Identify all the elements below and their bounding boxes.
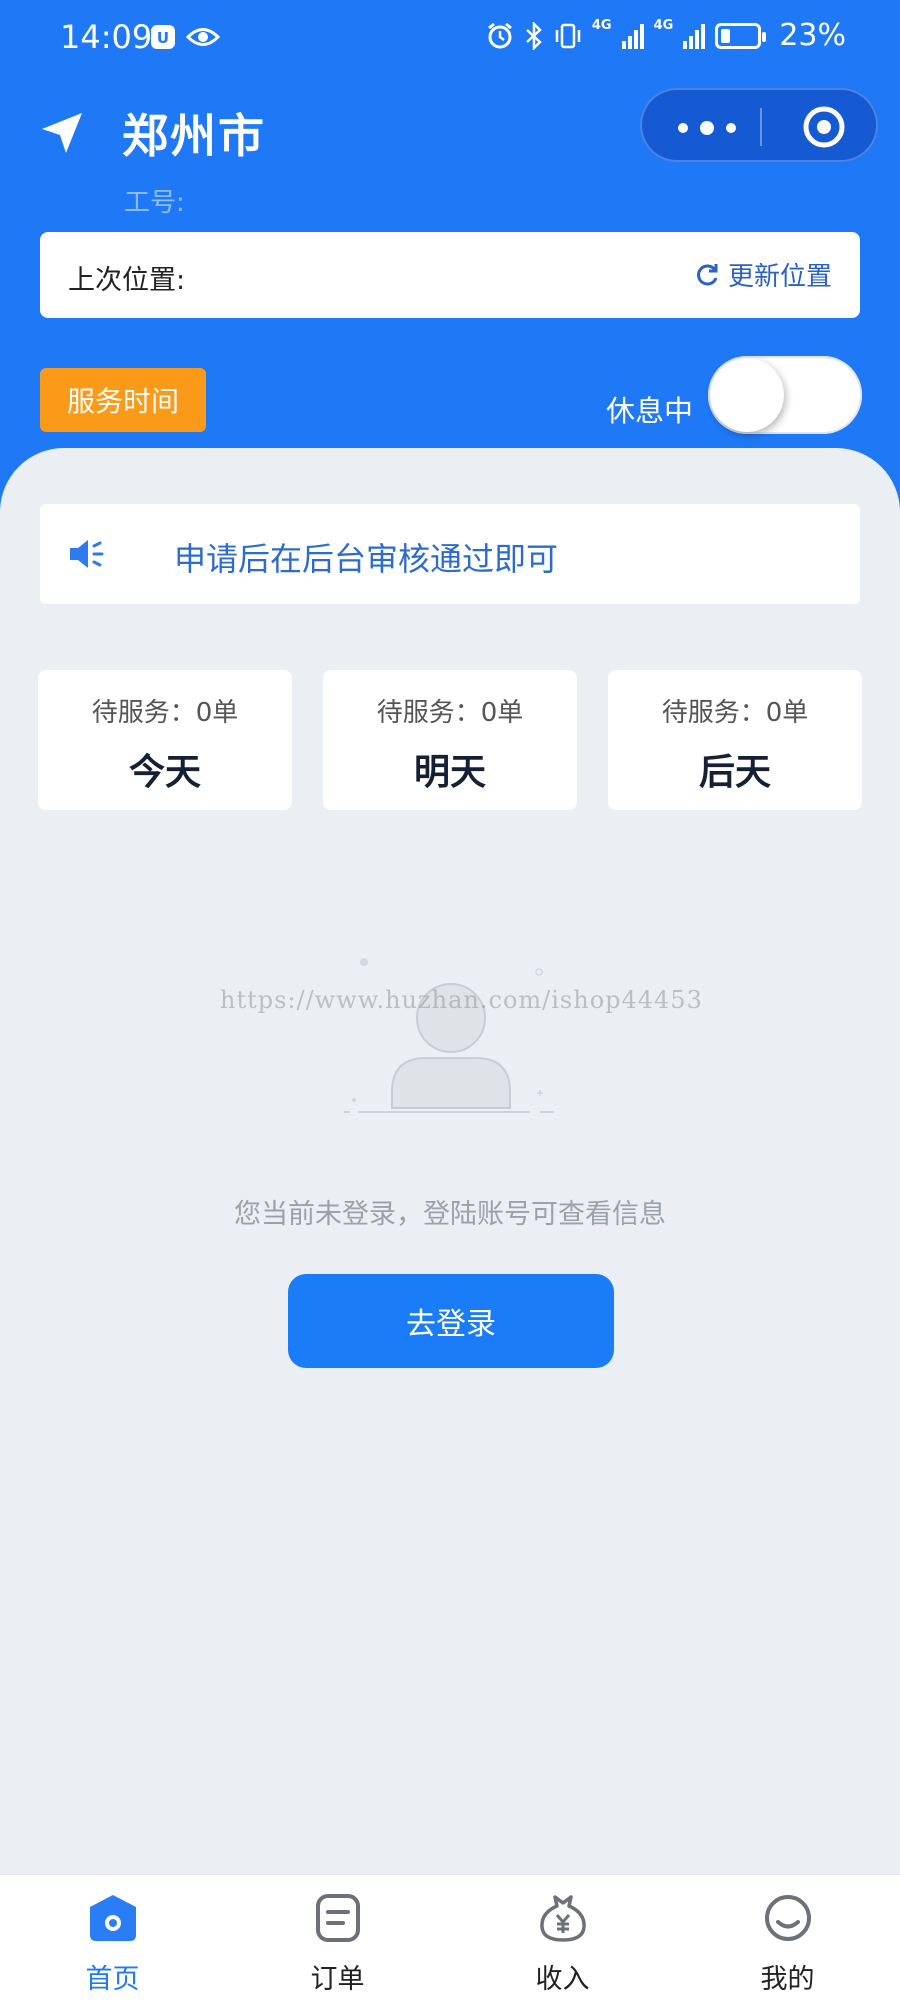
not-logged-in-message: 您当前未登录，登陆账号可查看信息 <box>234 1199 666 1230</box>
home-icon <box>90 1895 136 1941</box>
day-label: 明天 <box>413 752 486 793</box>
city-selector[interactable]: 郑州市 <box>38 100 266 166</box>
city-name: 郑州市 <box>122 109 266 163</box>
battery-icon <box>715 22 767 49</box>
tab-label: 收入 <box>535 1964 590 1995</box>
status-time: 14:09 <box>60 18 153 56</box>
status-bar: 14:09 U 4G 4G 23% <box>0 0 900 80</box>
day-label: 后天 <box>698 752 771 793</box>
pending-count: 待服务：0单 <box>661 698 809 728</box>
tab-label: 订单 <box>310 1964 365 1995</box>
tab-label: 首页 <box>85 1964 140 1995</box>
order-icon <box>316 1894 360 1942</box>
app-notification-icon: U <box>151 25 175 49</box>
alarm-icon <box>487 22 512 48</box>
location-arrow-icon <box>42 113 82 153</box>
tab-home[interactable]: 首页 <box>0 1875 225 2001</box>
battery-percent: 23% <box>779 18 846 53</box>
network-4g-label-1: 4G <box>591 18 612 33</box>
tab-label: 我的 <box>760 1964 815 1995</box>
tab-orders[interactable]: 订单 <box>225 1875 450 2001</box>
empty-user-illustration <box>344 958 554 1113</box>
day-card-tomorrow[interactable]: 待服务：0单 明天 <box>323 670 577 810</box>
network-4g-label-2: 4G <box>653 18 674 33</box>
pending-count: 待服务：0单 <box>376 698 524 728</box>
miniprogram-capsule <box>640 88 878 162</box>
speaker-icon <box>70 540 104 568</box>
income-icon <box>540 1895 586 1942</box>
update-location-label: 更新位置 <box>727 262 832 292</box>
login-button[interactable]: 去登录 <box>288 1274 614 1368</box>
more-menu-button[interactable] <box>678 114 758 140</box>
service-time-button[interactable]: 服务时间 <box>40 368 206 432</box>
last-location-label: 上次位置: <box>68 265 186 296</box>
last-location-card: 上次位置: 更新位置 <box>40 232 860 318</box>
watermark-text: https://www.huzhan.com/ishop44453 <box>220 986 703 1014</box>
tab-income[interactable]: 收入 <box>450 1875 675 2001</box>
day-card-day-after[interactable]: 待服务：0单 后天 <box>608 670 862 810</box>
vibrate-icon <box>555 23 581 48</box>
signal-icon-2 <box>683 23 706 49</box>
tab-profile[interactable]: 我的 <box>675 1875 900 2001</box>
refresh-icon <box>697 263 718 285</box>
day-card-today[interactable]: 待服务：0单 今天 <box>38 670 292 810</box>
close-miniprogram-icon[interactable] <box>802 105 846 149</box>
notice-bar: 申请后在后台审核通过即可 <box>40 504 860 604</box>
signal-icon-1 <box>621 23 644 49</box>
day-label: 今天 <box>128 752 201 793</box>
rest-status-label: 休息中 <box>606 394 694 428</box>
notice-text: 申请后在后台审核通过即可 <box>174 540 559 578</box>
eye-icon <box>186 28 220 46</box>
main-content <box>0 448 900 1878</box>
update-location-button[interactable]: 更新位置 <box>694 256 832 293</box>
toggle-knob <box>710 358 784 432</box>
rest-toggle[interactable] <box>708 356 862 434</box>
svg-text:U: U <box>157 29 169 47</box>
bluetooth-icon <box>526 21 542 50</box>
worker-id-label: 工号: <box>124 188 185 218</box>
bottom-tab-bar: 首页 订单 收入 我的 <box>0 1874 900 2001</box>
profile-icon <box>765 1895 811 1941</box>
pending-count: 待服务：0单 <box>91 698 239 728</box>
